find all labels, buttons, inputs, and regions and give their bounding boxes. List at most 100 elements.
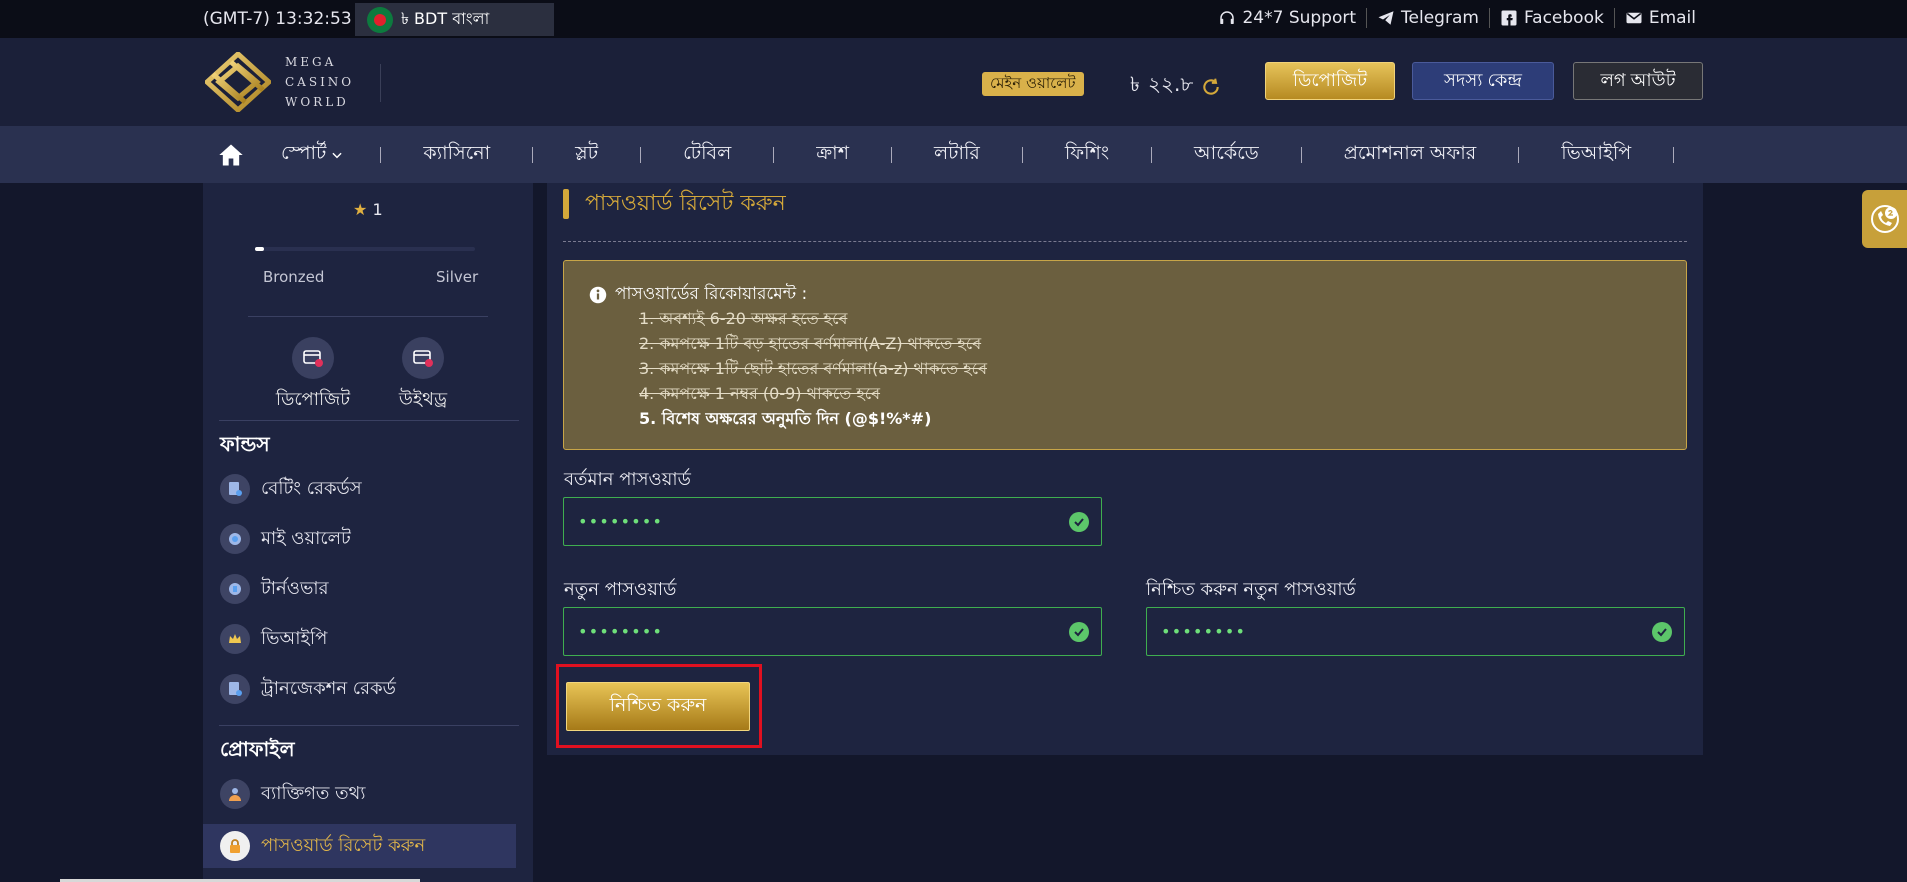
- main-nav: স্পোর্ট ক্যাসিনো স্লট টেবিল ক্রাশ লটারি …: [0, 126, 1907, 183]
- telegram-link-label: Telegram: [1401, 8, 1479, 28]
- requirement-item: 1. অবশ্যই 6-20 অক্ষর হতে হবে: [639, 309, 848, 328]
- sidebar-item-label: ব্যাক্তিগত তথ্য: [261, 782, 366, 804]
- profile-section-title: প্রোফাইল: [220, 737, 295, 761]
- withdraw-card-icon: [402, 337, 444, 379]
- confirm-button[interactable]: নিশ্চিত করুন: [566, 682, 750, 731]
- requirement-item: 5. বিশেষ অক্ষরের অনুমতি দিন (@$!%*#): [639, 409, 932, 428]
- password-reset-panel: পাসওয়ার্ড রিসেট করুন পাসওয়ার্ডের রিকোয…: [547, 183, 1703, 755]
- quick-deposit[interactable]: ডিপোজিট: [263, 337, 363, 416]
- logo-text: MEGA CASINO WORLD: [285, 55, 355, 109]
- sidebar-item-vip[interactable]: ভিআইপি: [220, 619, 533, 659]
- page-title: পাসওয়ার্ড রিসেট করুন: [563, 189, 786, 219]
- email-link[interactable]: Email: [1615, 8, 1696, 28]
- sidebar-item-label: বেটিং রেকর্ডস: [261, 477, 362, 499]
- nav-divider: [890, 146, 892, 163]
- nav-promotions[interactable]: প্রমোশনাল অফার: [1344, 139, 1476, 171]
- support-link[interactable]: 24*7 Support: [1208, 8, 1368, 28]
- quick-deposit-label: ডিপোজিট: [275, 389, 351, 410]
- nav-table[interactable]: টেবিল: [683, 139, 731, 171]
- chevron-down-icon: [332, 152, 342, 158]
- email-link-label: Email: [1648, 8, 1696, 28]
- current-password-label: বর্তমান পাসওয়ার্ড: [564, 469, 691, 490]
- sidebar-item-label: ট্রানজেকশন রেকর্ড: [261, 677, 396, 699]
- current-password-field[interactable]: [563, 497, 1102, 546]
- main-wallet-badge: মেইন ওয়ালেট: [982, 72, 1084, 96]
- support-link-label: 24*7 Support: [1242, 8, 1357, 28]
- requirement-item: 3. কমপক্ষে 1টি ছোট হাতের বর্ণমালা(a-z) থ…: [639, 359, 987, 378]
- nav-sport[interactable]: স্পোর্ট: [281, 139, 344, 171]
- site-header: MEGA CASINO WORLD মেইন ওয়ালেট ৳ ২২.৮ ডি…: [0, 38, 1907, 126]
- logo-divider: [380, 64, 381, 102]
- language-selector[interactable]: ৳ BDT বাংলা: [355, 3, 554, 36]
- confirm-password-label: নিশ্চিত করুন নতুন পাসওয়ার্ড: [1146, 579, 1356, 600]
- nav-fishing[interactable]: ফিশিং: [1065, 139, 1109, 171]
- divider: [219, 725, 519, 726]
- current-password-input[interactable]: [578, 512, 1023, 531]
- facebook-link[interactable]: Facebook: [1490, 8, 1615, 28]
- deposit-button[interactable]: ডিপোজিট: [1265, 62, 1395, 100]
- submit-highlight: নিশ্চিত করুন: [556, 664, 762, 748]
- new-password-label: নতুন পাসওয়ার্ড: [564, 579, 677, 600]
- nav-casino[interactable]: ক্যাসিনো: [423, 139, 490, 171]
- new-password-field[interactable]: [563, 607, 1102, 656]
- telegram-icon: [1378, 11, 1394, 25]
- server-time: (GMT-7) 13:32:53: [203, 9, 352, 29]
- nav-divider: [640, 146, 642, 163]
- wallet-balance: ৳ ২২.৮: [1130, 70, 1221, 103]
- divider: [248, 316, 488, 317]
- live-support-button[interactable]: [1862, 190, 1907, 248]
- new-password-input[interactable]: [578, 622, 1023, 641]
- password-requirements-box: পাসওয়ার্ডের রিকোয়ারমেন্ট : 1. অবশ্যই 6…: [563, 260, 1687, 450]
- sidebar-item-password-reset[interactable]: পাসওয়ার্ড রিসেট করুন: [203, 824, 516, 868]
- sidebar-item-label: ভিআইপি: [261, 627, 328, 649]
- top-links: 24*7 Support Telegram Facebook Email: [1208, 8, 1696, 28]
- level-from: Bronzed: [263, 268, 325, 286]
- refresh-icon[interactable]: [1201, 77, 1221, 97]
- member-center-button[interactable]: সদস্য কেন্দ্র: [1412, 62, 1554, 100]
- lock-icon: [220, 831, 250, 861]
- logout-button[interactable]: লগ আউট: [1573, 62, 1703, 100]
- quick-withdraw[interactable]: উইথড্র: [373, 337, 473, 416]
- nav-slot[interactable]: স্লট: [575, 139, 598, 171]
- nav-divider: [1021, 146, 1023, 163]
- requirements-list: 1. অবশ্যই 6-20 অক্ষর হতে হবে 2. কমপক্ষে …: [639, 306, 987, 431]
- currency-symbol: ৳: [1130, 72, 1140, 96]
- facebook-link-label: Facebook: [1523, 8, 1604, 28]
- envelope-icon: [1626, 12, 1642, 24]
- telegram-link[interactable]: Telegram: [1367, 8, 1490, 28]
- nav-crash[interactable]: ক্রাশ: [816, 139, 849, 171]
- star-icon: ★: [353, 200, 368, 219]
- sidebar-item-transaction-records[interactable]: ট্রানজেকশন রেকর্ড: [220, 669, 533, 709]
- sidebar-item-personal-info[interactable]: ব্যাক্তিগত তথ্য: [220, 774, 533, 814]
- nav-divider: [1518, 146, 1520, 163]
- user-icon: [220, 779, 250, 809]
- turnover-icon: [220, 574, 250, 604]
- logo-mark-icon: [205, 52, 271, 112]
- nav-divider: [1673, 146, 1675, 163]
- quick-withdraw-label: উইথড্র: [398, 389, 448, 410]
- nav-arcade[interactable]: আর্কেডে: [1194, 139, 1259, 171]
- sidebar-item-betting-records[interactable]: বেটিং রেকর্ডস: [220, 469, 533, 509]
- nav-home[interactable]: [217, 141, 245, 169]
- site-logo[interactable]: MEGA CASINO WORLD: [205, 52, 354, 112]
- sidebar-item-turnover[interactable]: টার্নওভার: [220, 569, 533, 609]
- vip-star-level: ★ 1: [353, 200, 383, 219]
- betting-records-icon: [220, 474, 250, 504]
- wallet-icon: [220, 524, 250, 554]
- nav-lottery[interactable]: লটারি: [934, 139, 980, 171]
- dashed-divider: [563, 241, 1687, 242]
- requirement-item: 2. কমপক্ষে 1টি বড় হাতের বর্ণমালা(A-Z) থ…: [639, 334, 982, 353]
- info-icon: [589, 286, 607, 304]
- confirm-password-input[interactable]: [1161, 622, 1606, 641]
- bangladesh-flag-icon: [367, 6, 393, 33]
- transaction-records-icon: [220, 674, 250, 704]
- language-label: ৳ BDT বাংলা: [401, 9, 490, 28]
- sidebar-item-my-wallet[interactable]: মাই ওয়ালেট: [220, 519, 533, 559]
- sidebar-item-label: পাসওয়ার্ড রিসেট করুন: [261, 834, 426, 856]
- requirements-heading: পাসওয়ার্ডের রিকোয়ারমেন্ট :: [589, 281, 807, 309]
- requirement-item: 4. কমপক্ষে 1 নম্বর (0-9) থাকতে হবে: [639, 384, 881, 403]
- confirm-password-field[interactable]: [1146, 607, 1685, 656]
- valid-check-icon: [1069, 622, 1089, 642]
- nav-vip[interactable]: ভিআইপি: [1561, 139, 1631, 171]
- valid-check-icon: [1652, 622, 1672, 642]
